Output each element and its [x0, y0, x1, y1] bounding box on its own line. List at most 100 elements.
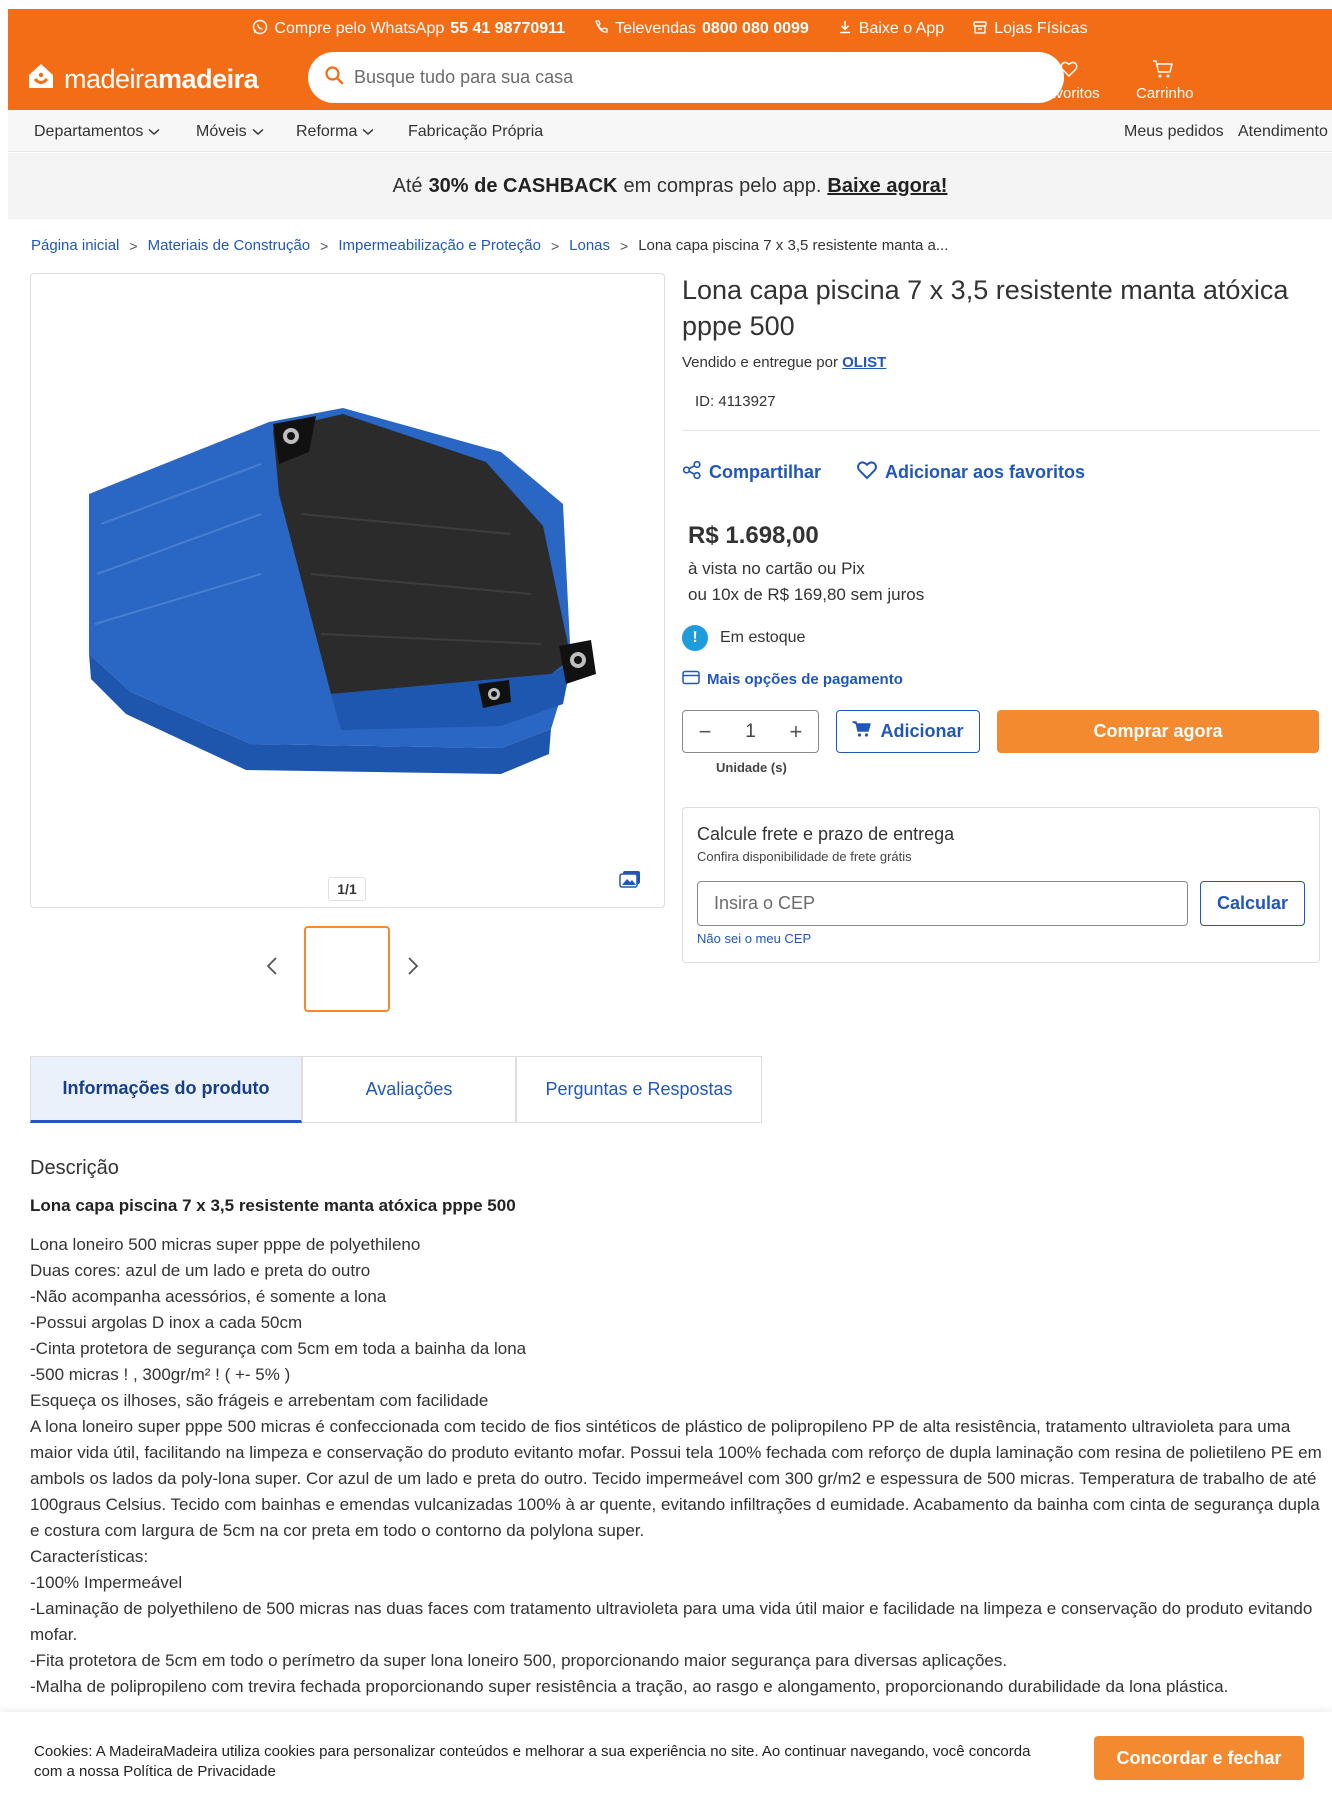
nav-renovation-label: Reforma [296, 123, 358, 140]
share-icon [682, 460, 702, 485]
tab-questions[interactable]: Perguntas e Respostas [516, 1056, 762, 1123]
cookie-text: Cookies: A MadeiraMadeira utiliza cookie… [34, 1743, 1031, 1780]
cep-input[interactable] [697, 881, 1188, 926]
add-to-cart-button[interactable]: Adicionar [836, 710, 980, 753]
nav-departments[interactable]: Departamentos [34, 123, 160, 141]
stock-label: Em estoque [720, 629, 806, 646]
image-thumbnail[interactable] [304, 926, 390, 1012]
chevron-right-icon[interactable] [407, 956, 419, 981]
description-line: Esqueça os ilhoses, são frágeis e arrebe… [30, 1391, 489, 1410]
breadcrumb-current: Lona capa piscina 7 x 3,5 resistente man… [638, 237, 949, 254]
product-image-gallery[interactable]: 1/1 [30, 273, 665, 908]
unknown-cep-link[interactable]: Não sei o meu CEP [697, 931, 811, 946]
shipping-subtitle: Confira disponibilidade de frete grátis [697, 849, 912, 864]
description-line: -Cinta protetora de segurança com 5cm em… [30, 1339, 527, 1358]
description-line: -100% Impermeável [30, 1573, 183, 1592]
breadcrumb-link-home[interactable]: Página inicial [31, 237, 119, 254]
cookie-banner: Cookies: A MadeiraMadeira utiliza cookie… [0, 1712, 1332, 1802]
breadcrumb-link-construction[interactable]: Materiais de Construção [148, 237, 311, 254]
promo-middle: em compras pelo app. [623, 174, 822, 197]
logo-text: madeiramadeira [64, 64, 259, 95]
description-body: Lona loneiro 500 micras super pppe de po… [30, 1232, 1325, 1712]
whatsapp-number: 55 41 98770911 [450, 20, 566, 37]
quantity-stepper: − 1 + [682, 710, 819, 753]
product-id: ID: 4113927 [695, 393, 776, 410]
description-line: Duas cores: azul de um lado e preta do o… [30, 1261, 371, 1280]
download-app-link[interactable]: Baixe o App [837, 19, 944, 40]
nav-furniture[interactable]: Móveis [196, 123, 264, 141]
product-title: Lona capa piscina 7 x 3,5 resistente man… [682, 275, 1289, 341]
description-line: Lona loneiro 500 micras super pppe de po… [30, 1235, 421, 1254]
nav-my-orders-label: Meus pedidos [1124, 123, 1224, 140]
breadcrumb: Página inicial > Materiais de Construção… [31, 237, 948, 254]
televendas-link[interactable]: Televendas 0800 080 0099 [593, 19, 809, 40]
cashback-banner: Até 30% de CASHBACK em compras pelo app.… [8, 153, 1332, 219]
whatsapp-link[interactable]: Compre pelo WhatsApp 55 41 98770911 [252, 19, 565, 40]
nav-support[interactable]: Atendimento [1238, 123, 1332, 141]
quantity-unit-label: Unidade (s) [716, 760, 787, 775]
nav-renovation[interactable]: Reforma [296, 123, 374, 141]
physical-stores-link[interactable]: Lojas Físicas [972, 19, 1088, 40]
cart-icon [852, 720, 872, 743]
favorites-button[interactable]: Favoritos [1038, 59, 1100, 102]
product-price: R$ 1.698,00 [688, 522, 819, 549]
buy-now-button[interactable]: Comprar agora [997, 710, 1319, 753]
description-line: -Não acompanha acessórios, é somente a l… [30, 1287, 387, 1306]
payment-options-link[interactable]: Mais opções de pagamento [682, 670, 903, 689]
description-line: -Malha de polipropileno com trevira fech… [30, 1677, 1229, 1696]
breadcrumb-link-tarps[interactable]: Lonas [569, 237, 610, 254]
search-input[interactable] [354, 67, 1014, 88]
house-logo-icon [26, 61, 56, 98]
increase-quantity-button[interactable]: + [786, 719, 806, 745]
nav-own-manufacture-label: Fabricação Própria [408, 123, 544, 140]
site-logo[interactable]: madeiramadeira [26, 61, 259, 98]
chevron-right-icon: > [620, 237, 629, 254]
chevron-left-icon[interactable] [266, 956, 278, 981]
price-cash-info: à vista no cartão ou Pix [688, 559, 865, 578]
description-line: -Fita protetora de 5cm em todo o perímet… [30, 1651, 1008, 1670]
promo-cta-link[interactable]: Baixe agora! [827, 175, 947, 198]
share-button[interactable]: Compartilhar [682, 460, 821, 485]
image-counter: 1/1 [328, 877, 366, 901]
cart-icon [1152, 59, 1174, 83]
chevron-right-icon: > [129, 237, 138, 254]
promo-prefix: Até [392, 174, 423, 197]
phone-icon [593, 19, 609, 40]
product-image [89, 408, 596, 774]
heart-icon [1059, 59, 1079, 83]
price-installments: ou 10x de R$ 169,80 sem juros [688, 585, 925, 604]
seller-link[interactable]: OLIST [842, 354, 886, 371]
add-favorite-label: Adicionar aos favoritos [885, 462, 1086, 482]
tab-product-info[interactable]: Informações do produto [30, 1056, 302, 1123]
image-gallery-icon[interactable] [619, 870, 641, 893]
televendas-number: 0800 080 0099 [702, 20, 809, 37]
add-favorite-button[interactable]: Adicionar aos favoritos [856, 460, 1085, 485]
decrease-quantity-button[interactable]: − [695, 719, 715, 745]
login-button[interactable]: Entrar [956, 59, 997, 102]
nav-support-label: Atendimento [1238, 123, 1328, 140]
description-line: -Laminação de polyethileno de 500 micras… [30, 1599, 1313, 1644]
physical-stores-label: Lojas Físicas [994, 20, 1088, 37]
nav-departments-label: Departamentos [34, 123, 144, 140]
search-icon[interactable] [324, 65, 344, 90]
cart-button[interactable]: Carrinho [1120, 59, 1332, 102]
nav-own-manufacture[interactable]: Fabricação Própria [408, 123, 543, 141]
chevron-down-icon [252, 123, 264, 141]
description-line: -Possui argolas D inox a cada 50cm [30, 1313, 303, 1332]
quantity-value[interactable]: 1 [745, 721, 756, 743]
chevron-right-icon: > [320, 237, 329, 254]
site-header: Compre pelo WhatsApp 55 41 98770911 Tele… [8, 9, 1332, 110]
tab-reviews[interactable]: Avaliações [302, 1056, 516, 1123]
accept-cookies-button[interactable]: Concordar e fechar [1094, 1736, 1304, 1780]
breadcrumb-link-waterproofing[interactable]: Impermeabilização e Proteção [338, 237, 541, 254]
calculate-shipping-button[interactable]: Calcular [1200, 881, 1305, 926]
favorites-label: Favoritos [1038, 85, 1100, 102]
download-app-label: Baixe o App [858, 20, 945, 37]
whatsapp-label: Compre pelo WhatsApp [274, 20, 445, 37]
whatsapp-icon [252, 19, 268, 40]
main-nav: Departamentos Móveis Reforma Fabricação … [8, 110, 1332, 152]
search-bar [308, 52, 1064, 103]
share-label: Compartilhar [709, 462, 822, 482]
nav-my-orders[interactable]: Meus pedidos [1124, 123, 1224, 141]
nav-furniture-label: Móveis [196, 123, 247, 140]
